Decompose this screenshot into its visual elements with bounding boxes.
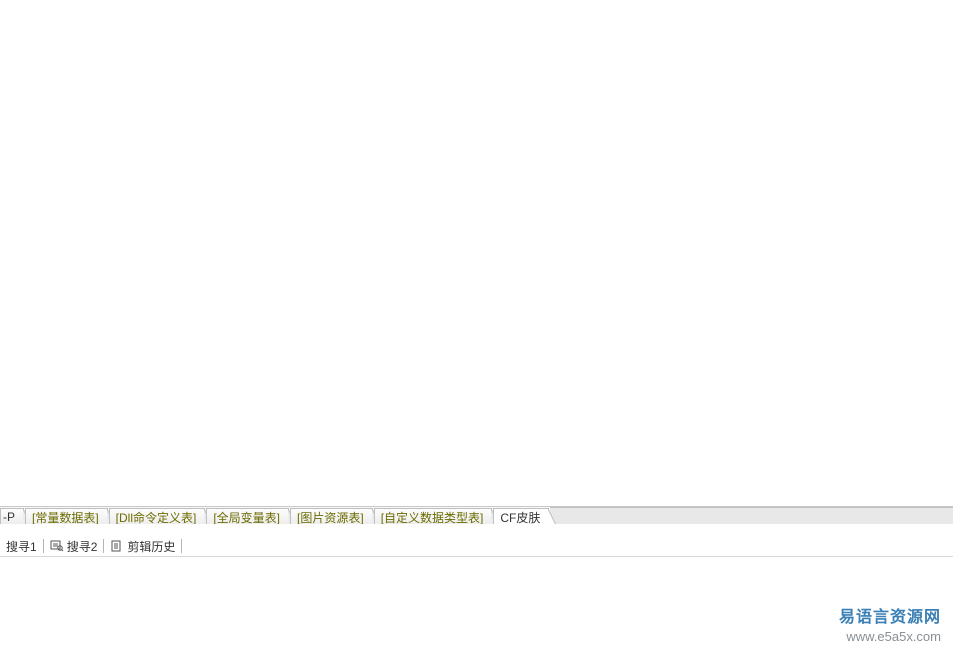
document-tab-strip: -P [常量数据表] [Dll命令定义表] [全局变量表] [图片资源表] [自… <box>0 506 953 524</box>
editor-area <box>0 0 953 506</box>
clip-history-button[interactable]: 剪辑历史 <box>104 536 181 556</box>
tab-label: [常量数据表] <box>32 509 99 525</box>
search1-label: 搜寻1 <box>6 538 37 555</box>
search-icon <box>50 540 64 552</box>
tab-cf-skin[interactable]: CF皮肤 <box>493 508 549 524</box>
tab-constants-table[interactable]: [常量数据表] <box>25 508 108 524</box>
tab-wedge-icon <box>548 509 556 524</box>
bottom-toolbar: 搜寻1 搜寻2 剪辑历史 <box>0 524 953 557</box>
tab-image-resources[interactable]: [图片资源表] <box>290 508 373 524</box>
search2-label: 搜寻2 <box>67 538 98 555</box>
document-icon <box>110 540 124 552</box>
tab-label: [Dll命令定义表] <box>116 509 197 525</box>
tab-label: -P <box>3 510 15 524</box>
watermark-url: www.e5a5x.com <box>839 628 941 646</box>
watermark-site-name: 易语言资源网 <box>839 607 941 629</box>
tab-label: [全局变量表] <box>213 509 280 525</box>
tab-label: [自定义数据类型表] <box>381 509 484 525</box>
tab-label: [图片资源表] <box>297 509 364 525</box>
search1-button[interactable]: 搜寻1 <box>0 536 43 556</box>
watermark: 易语言资源网 www.e5a5x.com <box>839 607 941 646</box>
tab-global-vars[interactable]: [全局变量表] <box>206 508 289 524</box>
output-panel: 易语言资源网 www.e5a5x.com <box>0 557 953 652</box>
tab-strip-remainder <box>550 507 953 524</box>
tab-label: CF皮肤 <box>500 509 540 525</box>
search2-button[interactable]: 搜寻2 <box>44 536 104 556</box>
toolbar-separator <box>181 539 182 553</box>
tab-partial-left[interactable]: -P <box>0 508 24 524</box>
tab-dll-command-def[interactable]: [Dll命令定义表] <box>109 508 206 524</box>
tab-custom-datatypes[interactable]: [自定义数据类型表] <box>374 508 493 524</box>
clip-history-label: 剪辑历史 <box>127 538 175 555</box>
